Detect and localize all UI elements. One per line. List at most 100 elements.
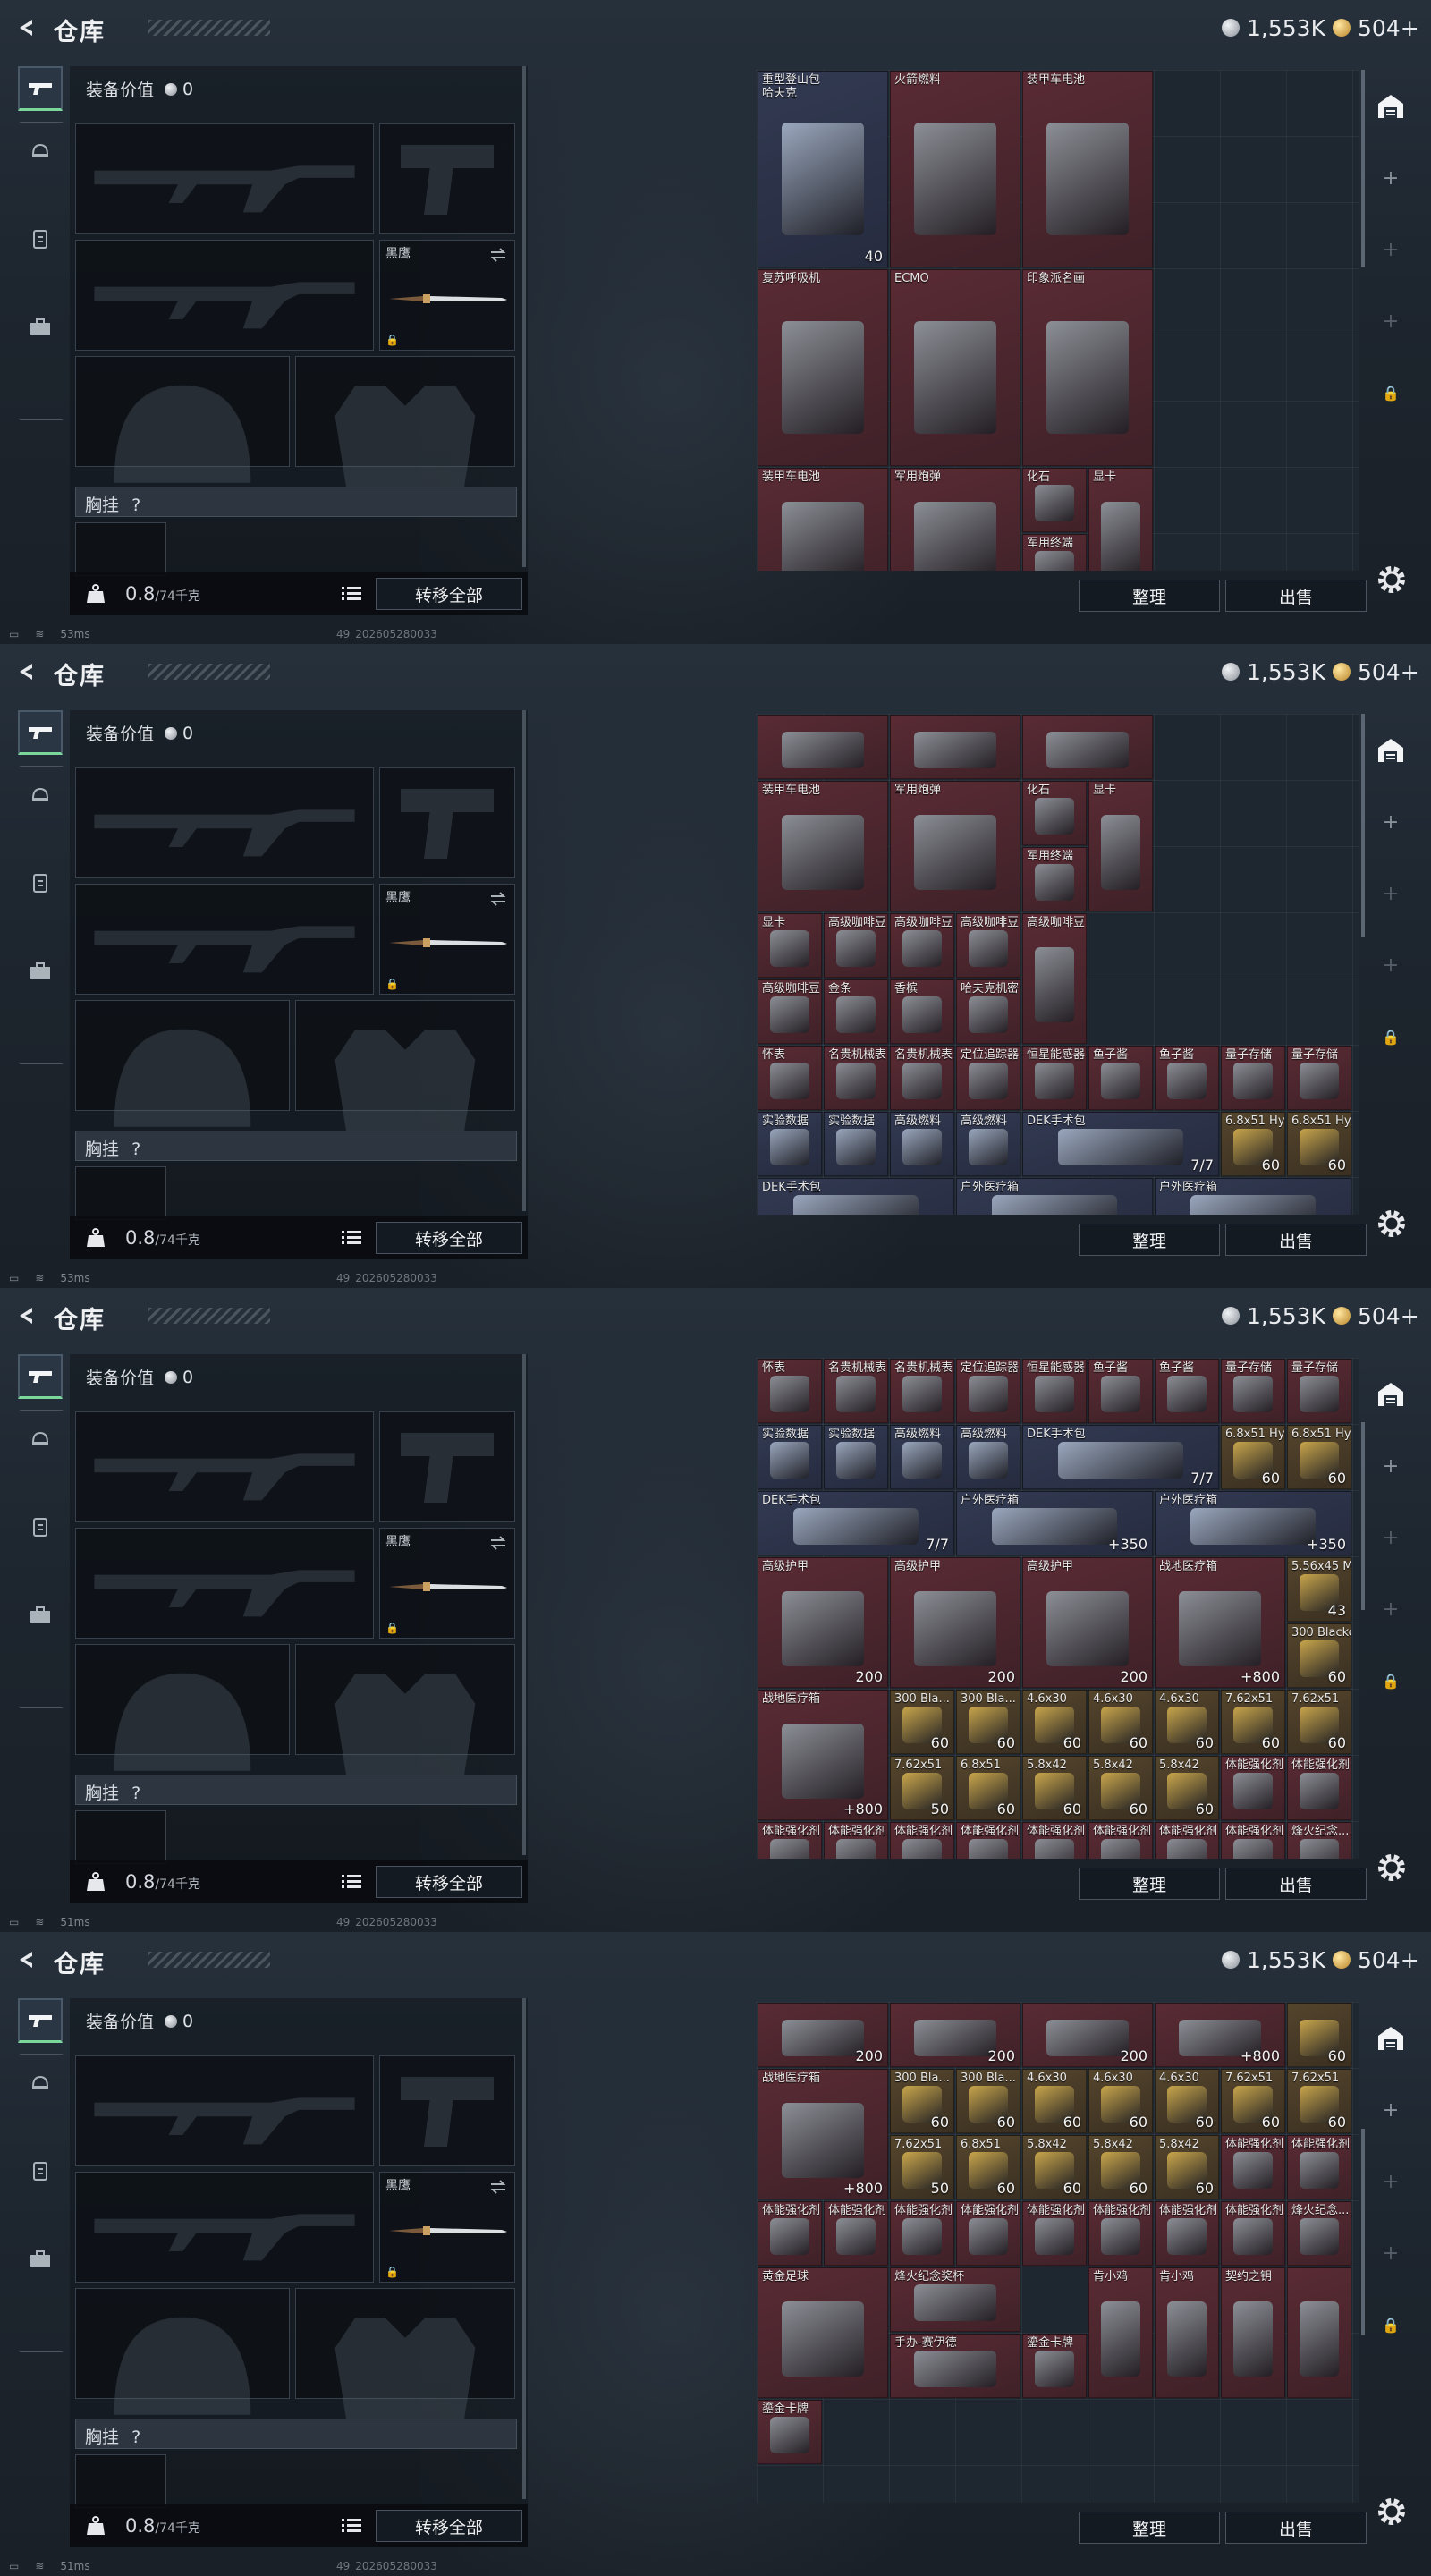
nav-armor[interactable]: [18, 2148, 63, 2193]
transfer-all-button[interactable]: 转移全部: [376, 1222, 522, 1254]
nav-armor[interactable]: [18, 860, 63, 905]
inventory-item[interactable]: 体能强化剂: [824, 1822, 888, 1859]
add-storage-1[interactable]: +: [1368, 800, 1413, 844]
inventory-item[interactable]: 5.56x45 M855 43: [1287, 1557, 1351, 1622]
pistol-slot[interactable]: [379, 123, 515, 234]
inventory-item[interactable]: 6.8x51 Hybrid 60: [1287, 1112, 1351, 1176]
inventory-item[interactable]: 军用终端: [1022, 847, 1087, 911]
inventory-item[interactable]: 体能强化剂: [1221, 2135, 1285, 2199]
locked-storage[interactable]: 🔒: [1368, 1658, 1413, 1703]
gear-icon[interactable]: [1376, 2496, 1408, 2528]
inventory-item[interactable]: 体能强化剂: [956, 2201, 1020, 2266]
back-arrow-icon[interactable]: [16, 1948, 39, 1971]
locked-storage[interactable]: 🔒: [1368, 1014, 1413, 1059]
nav-weapons[interactable]: [18, 710, 63, 755]
chest-rig-header[interactable]: 胸挂 ?: [75, 1131, 517, 1161]
list-icon[interactable]: [342, 586, 361, 602]
inventory-item[interactable]: 装甲车电池: [758, 468, 888, 571]
add-storage-2[interactable]: +: [1368, 871, 1413, 916]
inventory-item[interactable]: 体能强化剂: [890, 2201, 954, 2266]
chest-rig-slot[interactable]: [75, 522, 166, 576]
chest-rig-header[interactable]: 胸挂 ?: [75, 487, 517, 517]
gear-icon[interactable]: [1376, 1852, 1408, 1884]
inventory-item[interactable]: 哈夫克机密: [956, 979, 1020, 1044]
swap-icon[interactable]: [489, 2180, 507, 2194]
gear-icon[interactable]: [1376, 1208, 1408, 1240]
inventory-item[interactable]: 名贵机械表: [890, 1359, 954, 1423]
inventory-item[interactable]: 战地医疗箱 +800: [758, 2069, 888, 2199]
secondary-weapon-slot[interactable]: [75, 2172, 374, 2283]
inventory-item[interactable]: 复苏呼吸机: [758, 269, 888, 466]
nav-case[interactable]: [18, 1592, 63, 1637]
nav-armor[interactable]: [18, 1504, 63, 1549]
nav-case[interactable]: [18, 2236, 63, 2281]
primary-weapon-slot[interactable]: [75, 1411, 374, 1522]
inventory-item[interactable]: 5.8x42 60: [1155, 2135, 1219, 2199]
nav-helmet[interactable]: [18, 773, 63, 818]
inventory-item[interactable]: 4.6x30 60: [1155, 1690, 1219, 1754]
inventory-item[interactable]: 7.62x51 60: [1221, 2069, 1285, 2133]
warehouse-tab[interactable]: [1368, 1372, 1413, 1417]
inventory-item[interactable]: 6.8x51 Hybrid 60: [1287, 1425, 1351, 1489]
inventory-item[interactable]: 鱼子酱: [1155, 1046, 1219, 1110]
secondary-weapon-slot[interactable]: [75, 884, 374, 995]
warehouse-tab[interactable]: [1368, 2016, 1413, 2061]
melee-slot[interactable]: 黑鹰 🔒: [379, 1528, 515, 1639]
inventory-item[interactable]: 6.8x51 Hybrid 60: [1221, 1112, 1285, 1176]
grid-scrollbar[interactable]: [1361, 714, 1365, 937]
armor-slot[interactable]: [295, 1644, 515, 1794]
inventory-item[interactable]: 烽火纪念...: [1287, 1822, 1351, 1859]
melee-slot[interactable]: 黑鹰 🔒: [379, 240, 515, 351]
inventory-item[interactable]: 体能强化剂: [1022, 1822, 1087, 1859]
list-icon[interactable]: [342, 1874, 361, 1890]
inventory-item[interactable]: 高级护甲 200: [890, 1557, 1020, 1688]
helmet-slot[interactable]: [75, 1644, 290, 1771]
swap-icon[interactable]: [489, 1536, 507, 1550]
inventory-item[interactable]: 实验数据: [758, 1425, 822, 1489]
helmet-slot[interactable]: [75, 356, 290, 483]
inventory-item[interactable]: +800: [1155, 2003, 1285, 2067]
help-icon[interactable]: ?: [131, 1784, 140, 1803]
inventory-item[interactable]: 体能强化剂: [1155, 2201, 1219, 2266]
inventory-item[interactable]: 4.6x30 60: [1022, 2069, 1087, 2133]
sort-button[interactable]: 整理: [1079, 2512, 1220, 2544]
inventory-item[interactable]: 体能强化剂: [1155, 1822, 1219, 1859]
inventory-item[interactable]: 高级咖啡豆: [956, 913, 1020, 978]
inventory-item[interactable]: 4.6x30 60: [1022, 1690, 1087, 1754]
inventory-item[interactable]: [1287, 2267, 1351, 2398]
inventory-item[interactable]: 200: [1022, 2003, 1153, 2067]
inventory-item[interactable]: 体能强化剂: [1287, 2135, 1351, 2199]
inventory-item[interactable]: 量子存储: [1221, 1359, 1285, 1423]
help-icon[interactable]: ?: [131, 2428, 140, 2447]
inventory-item[interactable]: 体能强化剂: [1221, 1756, 1285, 1820]
add-storage-2[interactable]: +: [1368, 2159, 1413, 2204]
inventory-item[interactable]: 烽火纪念奖杯: [890, 2267, 1020, 2332]
primary-weapon-slot[interactable]: [75, 767, 374, 878]
inventory-item[interactable]: 高级咖啡豆: [890, 913, 954, 978]
inventory-item[interactable]: 200: [890, 2003, 1020, 2067]
sell-button[interactable]: 出售: [1225, 1224, 1367, 1256]
nav-weapons[interactable]: [18, 1354, 63, 1399]
helmet-slot[interactable]: [75, 1000, 290, 1127]
inventory-item[interactable]: 体能强化剂: [758, 1822, 822, 1859]
inventory-item[interactable]: 体能强化剂: [890, 1822, 954, 1859]
sort-button[interactable]: 整理: [1079, 1868, 1220, 1900]
sell-button[interactable]: 出售: [1225, 2512, 1367, 2544]
inventory-item[interactable]: 名贵机械表: [824, 1359, 888, 1423]
inventory-item[interactable]: [758, 715, 888, 779]
inventory-item[interactable]: 300 Bla... 60: [956, 1690, 1020, 1754]
melee-slot[interactable]: 黑鹰 🔒: [379, 2172, 515, 2283]
inventory-item[interactable]: 高级咖啡豆: [824, 913, 888, 978]
inventory-item[interactable]: 6.8x51 60: [956, 2135, 1020, 2199]
inventory-item[interactable]: 4.6x30 60: [1155, 2069, 1219, 2133]
melee-slot[interactable]: 黑鹰 🔒: [379, 884, 515, 995]
add-storage-1[interactable]: +: [1368, 156, 1413, 200]
equipment-scrollbar[interactable]: [522, 1998, 526, 2499]
inventory-item[interactable]: 装甲车电池: [1022, 71, 1153, 267]
inventory-item[interactable]: 高级护甲 200: [758, 1557, 888, 1688]
inventory-item[interactable]: 显卡: [1088, 468, 1153, 571]
chest-rig-header[interactable]: 胸挂 ?: [75, 2419, 517, 2449]
inventory-item[interactable]: 7.62x51 60: [1287, 2069, 1351, 2133]
inventory-item[interactable]: 高级燃料: [956, 1425, 1020, 1489]
grid-scrollbar[interactable]: [1361, 2129, 1365, 2334]
